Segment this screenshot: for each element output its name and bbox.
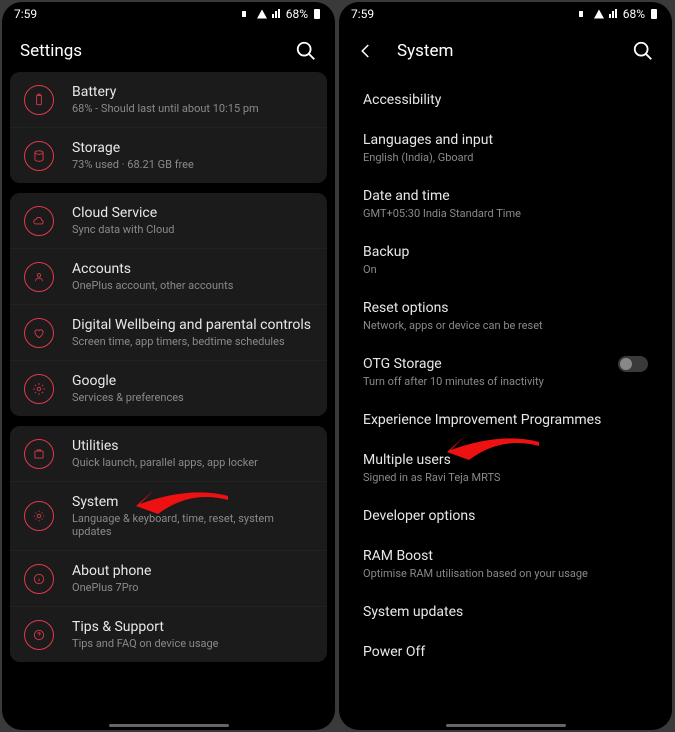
row-sub: Sync data with Cloud bbox=[72, 223, 175, 236]
row-sub: OnePlus 7Pro bbox=[72, 581, 151, 594]
row-title: Accessibility bbox=[363, 92, 441, 108]
row-date-time[interactable]: Date and time GMT+05:30 India Standard T… bbox=[339, 176, 672, 232]
status-time: 7:59 bbox=[14, 7, 37, 21]
row-title: About phone bbox=[72, 563, 151, 579]
row-title: Cloud Service bbox=[72, 205, 175, 221]
row-title: Developer options bbox=[363, 508, 475, 524]
row-sub: 68% - Should last until about 10:15 pm bbox=[72, 102, 259, 115]
row-system[interactable]: System Language & keyboard, time, reset,… bbox=[10, 482, 327, 551]
row-title: Date and time bbox=[363, 188, 521, 204]
status-icons: 68% bbox=[578, 7, 660, 21]
row-storage[interactable]: Storage 73% used · 68.21 GB free bbox=[10, 128, 327, 183]
row-languages[interactable]: Languages and input English (India), Gbo… bbox=[339, 120, 672, 176]
search-icon[interactable] bbox=[295, 40, 317, 62]
system-icon bbox=[24, 501, 54, 531]
row-ram-boost[interactable]: RAM Boost Optimise RAM utilisation based… bbox=[339, 536, 672, 592]
row-experience[interactable]: Experience Improvement Programmes bbox=[339, 400, 672, 440]
row-cloud[interactable]: Cloud Service Sync data with Cloud bbox=[10, 193, 327, 249]
battery-icon bbox=[24, 85, 54, 115]
back-icon[interactable] bbox=[357, 42, 375, 60]
row-sub: Screen time, app timers, bedtime schedul… bbox=[72, 335, 311, 348]
row-sub: Language & keyboard, time, reset, system… bbox=[72, 512, 313, 538]
row-sub: GMT+05:30 India Standard Time bbox=[363, 207, 521, 220]
settings-group: Battery 68% - Should last until about 10… bbox=[10, 72, 327, 183]
row-title: Reset options bbox=[363, 300, 543, 316]
heart-icon bbox=[24, 318, 54, 348]
row-title: Accounts bbox=[72, 261, 233, 277]
row-sub: Tips and FAQ on device usage bbox=[72, 637, 219, 650]
account-icon bbox=[24, 262, 54, 292]
row-title: RAM Boost bbox=[363, 548, 588, 564]
row-title: Experience Improvement Programmes bbox=[363, 412, 601, 428]
settings-screen: 7:59 68% Settings Battery 68% - Should l… bbox=[2, 2, 335, 730]
settings-group: Utilities Quick launch, parallel apps, a… bbox=[10, 426, 327, 662]
row-sub: Optimise RAM utilisation based on your u… bbox=[363, 567, 588, 580]
row-sub: Network, apps or device can be reset bbox=[363, 319, 543, 332]
tips-icon bbox=[24, 620, 54, 650]
row-sub: English (India), Gboard bbox=[363, 151, 493, 164]
row-developer[interactable]: Developer options bbox=[339, 496, 672, 536]
row-sub: On bbox=[363, 263, 409, 276]
row-sub: Quick launch, parallel apps, app locker bbox=[72, 456, 258, 469]
nav-bar bbox=[2, 724, 335, 730]
row-sub: Services & preferences bbox=[72, 391, 184, 404]
row-title: Tips & Support bbox=[72, 619, 219, 635]
search-icon[interactable] bbox=[632, 40, 654, 62]
otg-toggle[interactable] bbox=[618, 356, 648, 372]
row-sub: OnePlus account, other accounts bbox=[72, 279, 233, 292]
row-title: OTG Storage bbox=[363, 356, 544, 372]
header: Settings bbox=[2, 26, 335, 72]
row-title: Battery bbox=[72, 84, 259, 100]
status-bar: 7:59 68% bbox=[2, 2, 335, 26]
page-title: Settings bbox=[20, 41, 295, 61]
status-icons: 68% bbox=[241, 7, 323, 21]
system-screen: 7:59 68% System Accessibility Languages … bbox=[339, 2, 672, 730]
row-title: Backup bbox=[363, 244, 409, 260]
header: System bbox=[339, 26, 672, 72]
row-accounts[interactable]: Accounts OnePlus account, other accounts bbox=[10, 249, 327, 305]
page-title: System bbox=[397, 41, 632, 61]
row-about[interactable]: About phone OnePlus 7Pro bbox=[10, 551, 327, 607]
row-title: Storage bbox=[72, 140, 194, 156]
row-power-off[interactable]: Power Off bbox=[339, 632, 672, 672]
google-icon bbox=[24, 374, 54, 404]
row-title: System bbox=[72, 494, 313, 510]
row-tips[interactable]: Tips & Support Tips and FAQ on device us… bbox=[10, 607, 327, 662]
row-title: Google bbox=[72, 373, 184, 389]
row-title: Multiple users bbox=[363, 452, 500, 468]
system-list[interactable]: Accessibility Languages and input Englis… bbox=[339, 72, 672, 724]
utilities-icon bbox=[24, 439, 54, 469]
row-backup[interactable]: Backup On bbox=[339, 232, 672, 288]
row-title: Power Off bbox=[363, 644, 425, 660]
row-accessibility[interactable]: Accessibility bbox=[339, 80, 672, 120]
row-google[interactable]: Google Services & preferences bbox=[10, 361, 327, 416]
status-battery-pct: 68% bbox=[623, 7, 645, 21]
row-sub: Turn off after 10 minutes of inactivity bbox=[363, 375, 544, 388]
row-wellbeing[interactable]: Digital Wellbeing and parental controls … bbox=[10, 305, 327, 361]
row-title: Utilities bbox=[72, 438, 258, 454]
storage-icon bbox=[24, 141, 54, 171]
row-utilities[interactable]: Utilities Quick launch, parallel apps, a… bbox=[10, 426, 327, 482]
row-otg[interactable]: OTG Storage Turn off after 10 minutes of… bbox=[339, 344, 672, 400]
row-title: System updates bbox=[363, 604, 463, 620]
about-icon bbox=[24, 564, 54, 594]
row-title: Languages and input bbox=[363, 132, 493, 148]
cloud-icon bbox=[24, 206, 54, 236]
status-bar: 7:59 68% bbox=[339, 2, 672, 26]
row-system-updates[interactable]: System updates bbox=[339, 592, 672, 632]
settings-group: Cloud Service Sync data with Cloud Accou… bbox=[10, 193, 327, 416]
settings-list[interactable]: Battery 68% - Should last until about 10… bbox=[2, 72, 335, 724]
nav-bar bbox=[339, 724, 672, 730]
row-sub: 73% used · 68.21 GB free bbox=[72, 158, 194, 171]
status-time: 7:59 bbox=[351, 7, 374, 21]
row-battery[interactable]: Battery 68% - Should last until about 10… bbox=[10, 72, 327, 128]
status-battery-pct: 68% bbox=[286, 7, 308, 21]
row-multiple-users[interactable]: Multiple users Signed in as Ravi Teja MR… bbox=[339, 440, 672, 496]
row-sub: Signed in as Ravi Teja MRTS bbox=[363, 471, 500, 484]
row-reset[interactable]: Reset options Network, apps or device ca… bbox=[339, 288, 672, 344]
row-title: Digital Wellbeing and parental controls bbox=[72, 317, 311, 333]
